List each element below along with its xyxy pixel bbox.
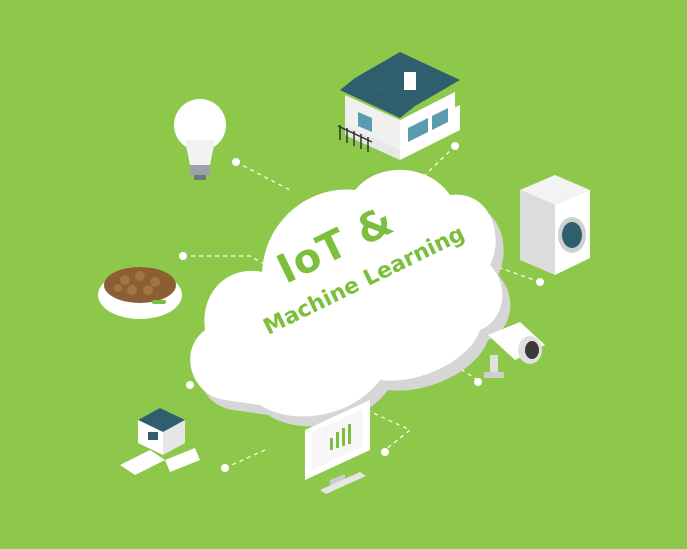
light-bulb-icon	[174, 99, 226, 180]
robot-icon	[120, 408, 200, 475]
illustration-canvas	[98, 52, 590, 494]
smart-home-icon	[337, 52, 460, 160]
washing-machine-icon	[520, 175, 590, 275]
pet-food-bowl-icon	[98, 267, 182, 319]
iot-ml-illustration: IoT & Machine Learning	[0, 0, 687, 549]
cloud-shape	[190, 169, 511, 427]
